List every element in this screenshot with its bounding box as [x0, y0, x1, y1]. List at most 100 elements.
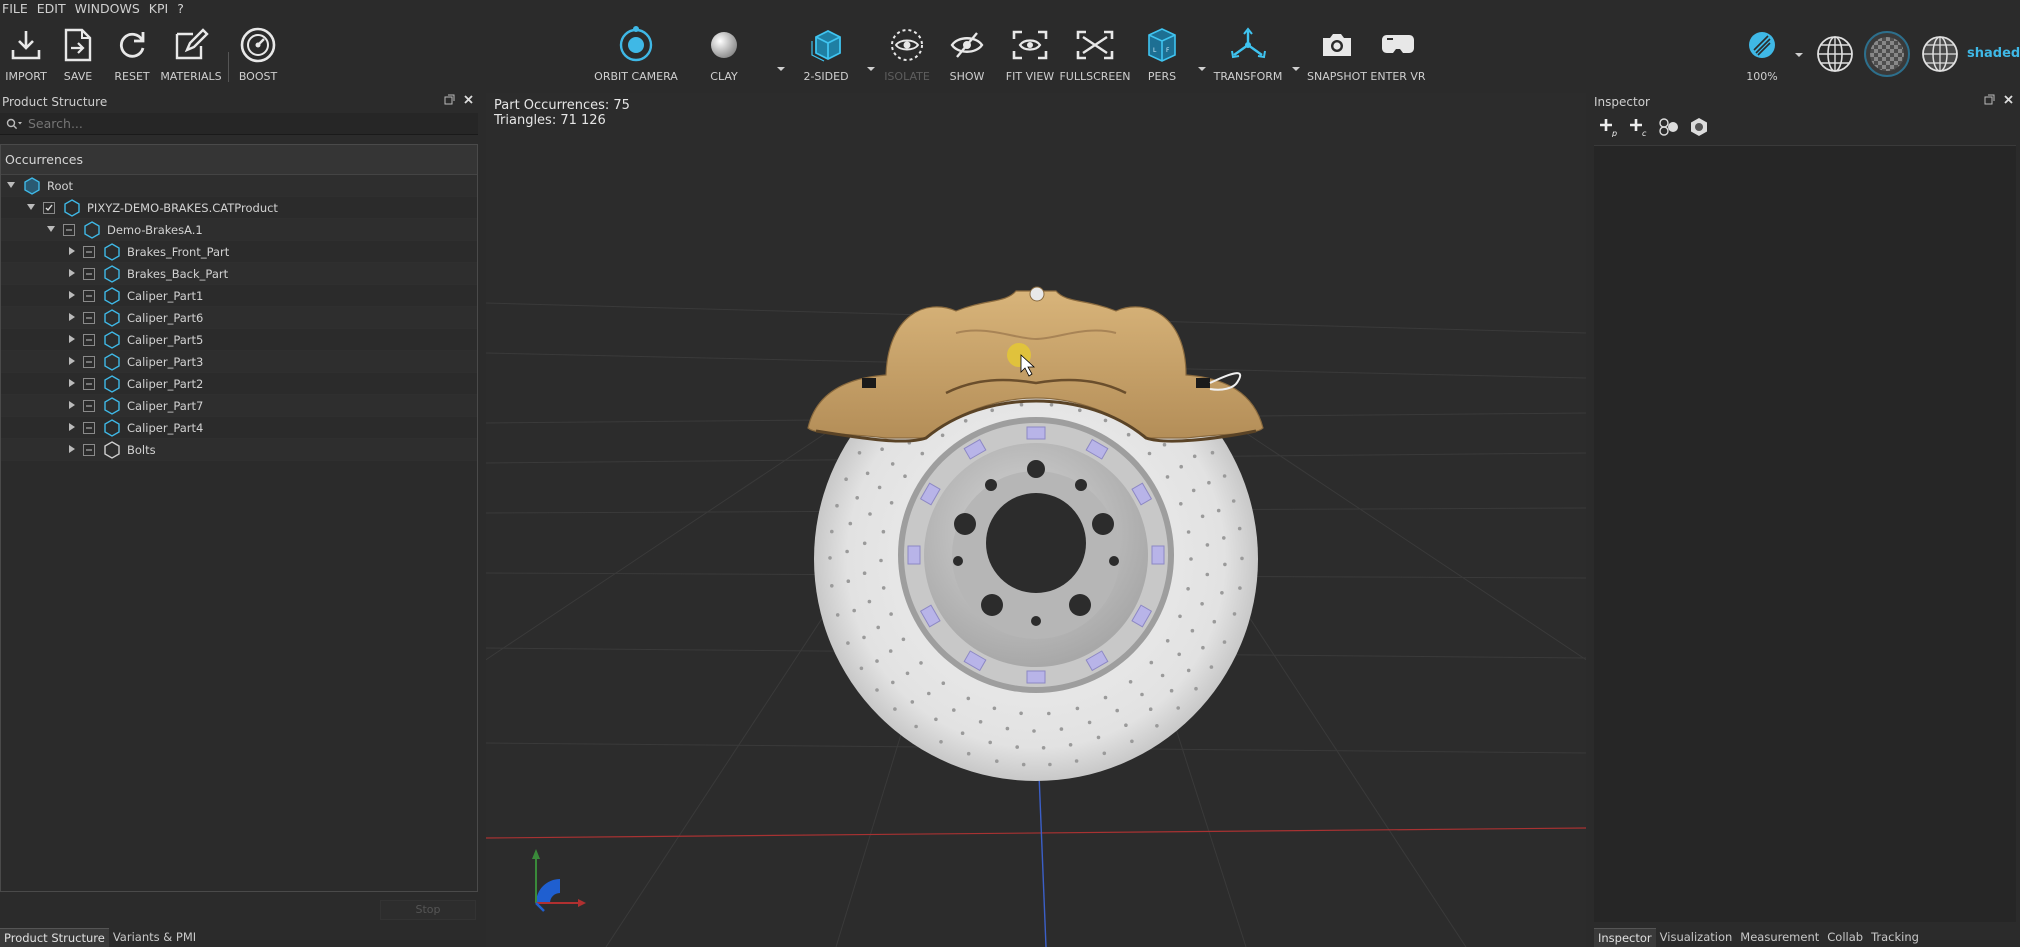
- expand-arrow-icon[interactable]: [27, 204, 35, 210]
- collapse-arrow-icon[interactable]: [69, 423, 75, 431]
- zoom-label: 100%: [1746, 70, 1778, 83]
- checker-sphere-icon[interactable]: [1864, 31, 1910, 77]
- pers-dropdown-icon[interactable]: [1197, 64, 1207, 74]
- stop-button[interactable]: Stop: [380, 900, 476, 920]
- enter-vr-button[interactable]: ENTER VR: [1362, 22, 1434, 88]
- drill-hole: [1207, 480, 1211, 485]
- inspector-title: Inspector: [1594, 95, 1650, 109]
- 3d-viewport[interactable]: Part Occurrences: 75 Triangles: 71 126: [486, 93, 1586, 947]
- tab-inspector[interactable]: Inspector: [1594, 928, 1656, 947]
- undock-icon[interactable]: [444, 94, 455, 105]
- visibility-checkbox[interactable]: [83, 312, 95, 324]
- add-property-icon[interactable]: p: [1598, 117, 1620, 137]
- menu-help[interactable]: ?: [177, 1, 184, 16]
- tab-product-structure[interactable]: Product Structure: [0, 928, 109, 947]
- menu-windows[interactable]: WINDOWS: [75, 1, 140, 16]
- perspective-button[interactable]: LF PERS: [1126, 22, 1198, 88]
- show-button[interactable]: SHOW: [931, 22, 1003, 88]
- visibility-checkbox[interactable]: [83, 444, 95, 456]
- tab-collab[interactable]: Collab: [1823, 928, 1867, 947]
- settings-hex-icon[interactable]: [1688, 117, 1710, 137]
- tree-row[interactable]: PIXYZ-DEMO-BRAKES.CATProduct: [1, 197, 477, 219]
- visibility-checkbox[interactable]: [43, 202, 55, 214]
- expand-arrow-icon[interactable]: [7, 182, 15, 188]
- fullscreen-button[interactable]: FULLSCREEN: [1059, 22, 1131, 88]
- collapse-arrow-icon[interactable]: [69, 379, 75, 387]
- tab-variants-pmi[interactable]: Variants & PMI: [109, 928, 200, 947]
- wireframe-globe-icon[interactable]: [1815, 34, 1855, 74]
- tab-visualization[interactable]: Visualization: [1656, 928, 1737, 947]
- tree-row[interactable]: Caliper_Part6: [1, 307, 477, 329]
- two-sided-button[interactable]: 2-SIDED: [790, 22, 862, 88]
- hexagon-node-icon: [103, 287, 121, 309]
- quality-dropdown-icon[interactable]: [1794, 50, 1804, 60]
- close-icon[interactable]: [463, 94, 474, 105]
- tree-row[interactable]: Brakes_Front_Part: [1, 241, 477, 263]
- inspector-close-icon[interactable]: [2003, 94, 2014, 105]
- tree-row[interactable]: Caliper_Part5: [1, 329, 477, 351]
- tab-measurement[interactable]: Measurement: [1736, 928, 1823, 947]
- search-input[interactable]: [28, 116, 428, 131]
- tree-row[interactable]: Root: [1, 175, 477, 197]
- render-mode-label[interactable]: shaded: [1967, 46, 2020, 61]
- occurrence-tree: Occurrences Root PIXYZ-DEMO-BRAKES.CATPro…: [0, 144, 478, 892]
- drill-hole: [1179, 502, 1183, 506]
- transform-dropdown-icon[interactable]: [1291, 64, 1301, 74]
- tree-item-label: Brakes_Back_Part: [127, 267, 229, 281]
- collapse-arrow-icon[interactable]: [69, 445, 75, 453]
- fit-view-button[interactable]: FIT VIEW: [994, 22, 1066, 88]
- visibility-checkbox[interactable]: [83, 356, 95, 368]
- material-spheres-icon[interactable]: [1658, 117, 1680, 137]
- drill-hole: [1200, 602, 1204, 606]
- shaded-globe-icon[interactable]: [1920, 34, 1960, 74]
- collapse-arrow-icon[interactable]: [69, 357, 75, 365]
- clay-dropdown-icon[interactable]: [776, 64, 786, 74]
- visibility-checkbox[interactable]: [83, 400, 95, 412]
- tree-row[interactable]: Caliper_Part4: [1, 417, 477, 439]
- expand-arrow-icon[interactable]: [47, 226, 55, 232]
- materials-button[interactable]: MATERIALS: [155, 22, 227, 88]
- quality-button[interactable]: 100%: [1726, 22, 1798, 88]
- collapse-arrow-icon[interactable]: [69, 313, 75, 321]
- collapse-arrow-icon[interactable]: [69, 335, 75, 343]
- inspector-undock-icon[interactable]: [1984, 94, 1995, 105]
- visibility-checkbox[interactable]: [83, 422, 95, 434]
- cube-icon: [808, 22, 844, 68]
- collapse-arrow-icon[interactable]: [69, 291, 75, 299]
- tree-row[interactable]: Brakes_Back_Part: [1, 263, 477, 285]
- axis-gizmo[interactable]: [532, 849, 586, 912]
- collapse-arrow-icon[interactable]: [69, 401, 75, 409]
- menu-file[interactable]: FILE: [2, 1, 28, 16]
- reset-label: RESET: [114, 70, 150, 83]
- tree-row[interactable]: Caliper_Part1: [1, 285, 477, 307]
- drill-hole: [889, 501, 894, 505]
- scene-stats: Part Occurrences: 75 Triangles: 71 126: [494, 98, 630, 128]
- tab-tracking[interactable]: Tracking: [1867, 928, 1923, 947]
- tree-row[interactable]: Demo-BrakesA.1: [1, 219, 477, 241]
- clay-button[interactable]: CLAY: [688, 22, 760, 88]
- tree-row[interactable]: Caliper_Part3: [1, 351, 477, 373]
- collapse-arrow-icon[interactable]: [69, 269, 75, 277]
- boost-button[interactable]: BOOST: [222, 22, 294, 88]
- drill-hole: [1162, 442, 1167, 447]
- visibility-checkbox[interactable]: [83, 334, 95, 346]
- visibility-checkbox[interactable]: [83, 268, 95, 280]
- menu-edit[interactable]: EDIT: [37, 1, 66, 16]
- tree-row[interactable]: Caliper_Part7: [1, 395, 477, 417]
- transform-button[interactable]: TRANSFORM: [1212, 22, 1284, 88]
- drill-hole: [1238, 586, 1242, 590]
- search-icon[interactable]: [6, 118, 22, 130]
- drill-hole: [1222, 640, 1227, 644]
- orbit-camera-button[interactable]: ORBIT CAMERA: [594, 22, 678, 88]
- collapse-arrow-icon[interactable]: [69, 247, 75, 255]
- menu-kpi[interactable]: KPI: [149, 1, 168, 16]
- scene-canvas[interactable]: [486, 93, 1586, 947]
- add-component-icon[interactable]: c: [1628, 117, 1650, 137]
- tree-row[interactable]: Bolts: [1, 439, 477, 461]
- visibility-checkbox[interactable]: [83, 290, 95, 302]
- visibility-checkbox[interactable]: [83, 378, 95, 390]
- visibility-checkbox[interactable]: [63, 224, 75, 236]
- visibility-checkbox[interactable]: [83, 246, 95, 258]
- occurrences-header[interactable]: Occurrences: [1, 145, 477, 175]
- tree-row[interactable]: Caliper_Part2: [1, 373, 477, 395]
